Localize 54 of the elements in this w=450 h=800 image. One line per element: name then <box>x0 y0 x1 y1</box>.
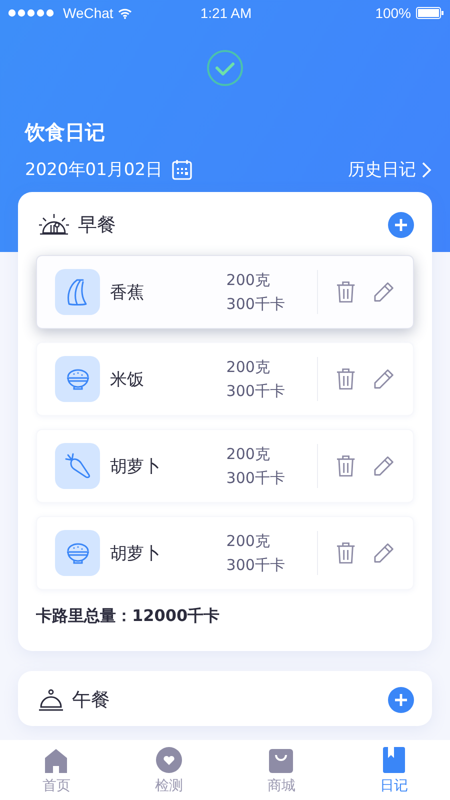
tab[interactable]: 首页 <box>0 740 112 800</box>
meal-title: 早餐 <box>78 213 116 238</box>
pencil-icon[interactable] <box>373 368 395 390</box>
plus-icon <box>395 219 407 231</box>
trash-icon[interactable] <box>336 455 356 477</box>
food-calories: 300千卡 <box>226 294 286 315</box>
sunrise-icon <box>38 213 70 237</box>
status-time: 1:21 AM <box>200 5 252 21</box>
food-name: 胡萝卜 <box>110 456 162 478</box>
page-title: 饮食日记 <box>25 119 106 146</box>
plus-icon <box>395 694 407 706</box>
food-name: 米饭 <box>110 368 146 390</box>
bag-icon <box>269 749 294 773</box>
food-item[interactable]: 香蕉 200克 300千卡 <box>36 255 414 329</box>
pencil-icon[interactable] <box>373 542 395 564</box>
food-weight: 200克 <box>226 444 271 465</box>
cloche-icon <box>38 688 64 712</box>
food-calories: 300千卡 <box>226 381 286 402</box>
rice-bowl-icon <box>64 367 91 391</box>
pencil-icon[interactable] <box>373 455 395 477</box>
check-icon <box>206 49 244 87</box>
rice-bowl-icon <box>64 541 91 565</box>
calorie-total: 卡路里总量：12000千卡 <box>36 606 221 627</box>
trash-icon[interactable] <box>336 368 356 390</box>
food-name: 香蕉 <box>110 282 146 304</box>
add-button[interactable] <box>388 212 414 238</box>
wifi-icon <box>118 8 132 18</box>
add-button[interactable] <box>388 687 414 713</box>
battery-icon <box>416 7 444 19</box>
calendar-icon[interactable] <box>170 158 193 180</box>
chevron-right-icon[interactable] <box>420 160 432 178</box>
food-weight: 200克 <box>226 531 271 552</box>
food-calories: 300千卡 <box>226 468 286 489</box>
bookmark-icon <box>382 747 405 773</box>
house-icon <box>45 749 68 773</box>
carrot-icon <box>64 452 92 480</box>
carrier-name: WeChat <box>63 5 114 21</box>
meal-title: 午餐 <box>72 688 110 713</box>
date-text: 2020年01月02日 <box>25 159 163 181</box>
history-link[interactable]: 历史日记 <box>348 158 416 181</box>
food-name: 胡萝卜 <box>110 542 162 564</box>
food-calories: 300千卡 <box>226 555 286 576</box>
battery-percent: 100% <box>375 5 411 21</box>
pencil-icon[interactable] <box>373 281 395 303</box>
trash-icon[interactable] <box>336 281 356 303</box>
food-item[interactable]: 胡萝卜 200克 300千卡 <box>36 429 414 503</box>
food-item[interactable]: 米饭 200克 300千卡 <box>36 342 414 416</box>
tab[interactable]: 商城 <box>225 740 338 800</box>
food-weight: 200克 <box>226 357 271 378</box>
tab[interactable]: 检测 <box>112 740 225 800</box>
food-item[interactable]: 胡萝卜 200克 300千卡 <box>36 516 414 590</box>
trash-icon[interactable] <box>336 542 356 564</box>
tab[interactable]: 日记 <box>338 740 450 800</box>
food-weight: 200克 <box>226 270 271 291</box>
